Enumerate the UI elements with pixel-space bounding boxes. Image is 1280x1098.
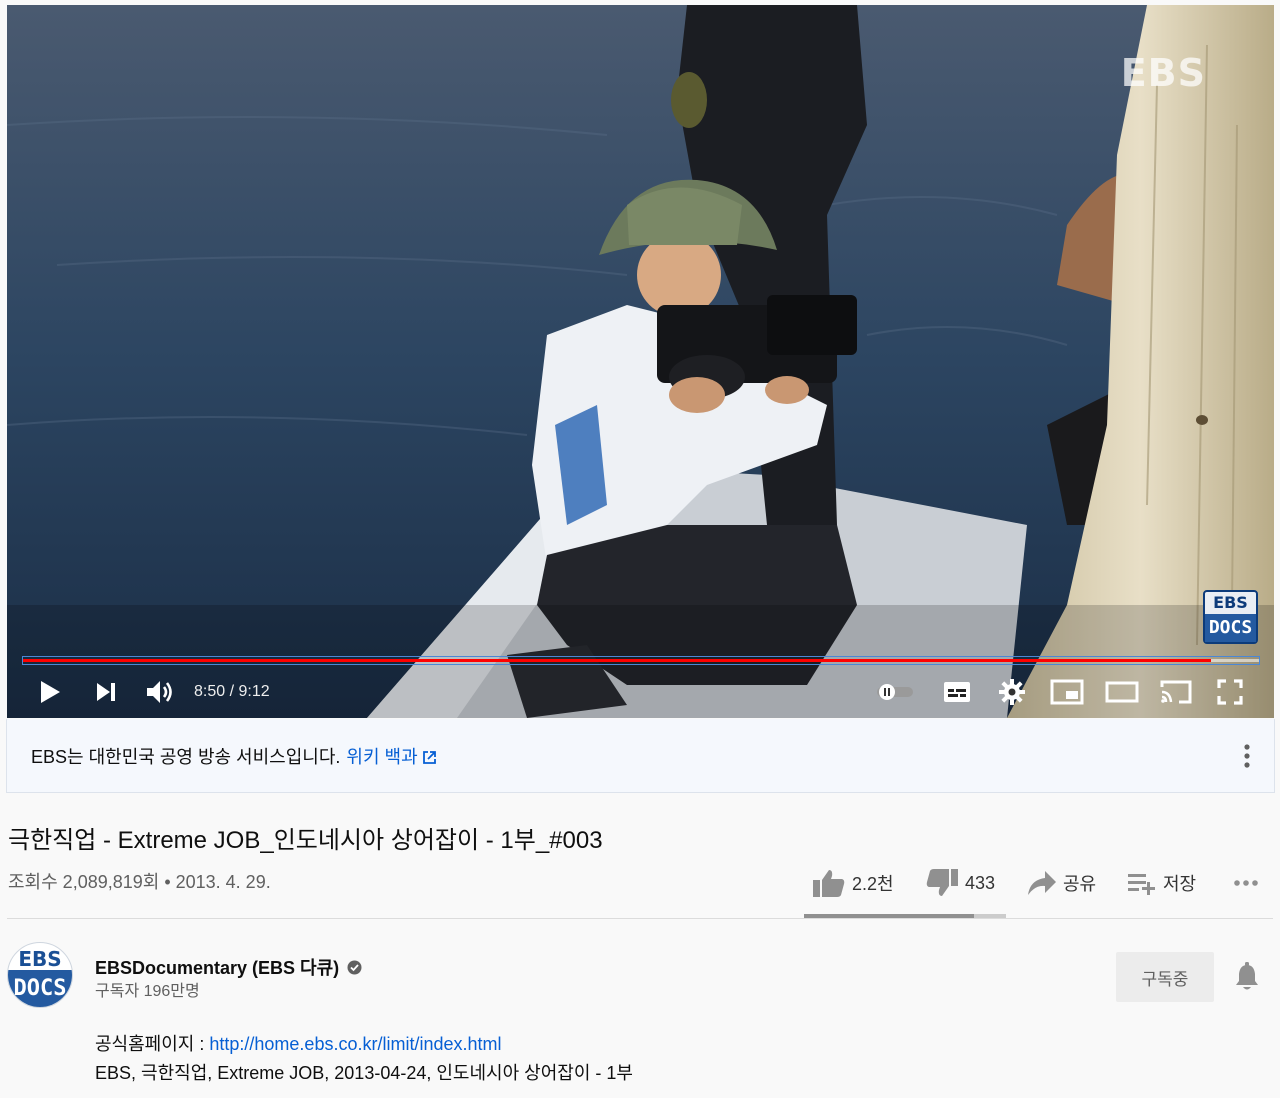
share-button[interactable]: 공유 xyxy=(1027,860,1096,906)
channel-badge[interactable]: EBS DOCS xyxy=(1203,590,1258,644)
dislike-count: 433 xyxy=(965,872,996,893)
next-icon xyxy=(97,683,115,701)
wiki-link-label: 위키 백과 xyxy=(346,747,418,767)
info-panel-description: EBS는 대한민국 공영 방송 서비스입니다. xyxy=(31,747,341,767)
like-count: 2.2천 xyxy=(852,874,894,894)
badge-bottom-text: DOCS xyxy=(1205,614,1256,642)
cast-icon xyxy=(1160,680,1192,704)
mute-button[interactable] xyxy=(142,669,178,715)
miniplayer-icon xyxy=(1050,679,1084,705)
description-homepage: 공식홈페이지 : http://home.ebs.co.kr/limit/ind… xyxy=(95,1030,502,1056)
external-link-icon xyxy=(422,751,436,764)
info-panel-text: EBS는 대한민국 공영 방송 서비스입니다. 위키 백과 xyxy=(31,743,437,769)
captions-icon xyxy=(944,682,970,702)
autoplay-toggle-icon xyxy=(877,684,913,700)
like-button[interactable]: 2.2천 xyxy=(812,860,894,906)
progress-bar[interactable] xyxy=(22,656,1260,665)
share-label: 공유 xyxy=(1063,874,1097,894)
video-actions: 2.2천 433 공유 저장 xyxy=(0,860,1280,906)
share-icon xyxy=(1028,871,1056,895)
settings-button[interactable] xyxy=(995,669,1029,715)
next-button[interactable] xyxy=(91,669,121,715)
volume-icon xyxy=(147,681,172,703)
dislike-button[interactable]: 433 xyxy=(925,860,995,906)
video-player[interactable]: EBS EBS DOCS 8:50 / 9:12 xyxy=(7,5,1274,718)
divider xyxy=(7,918,1273,919)
fullscreen-button[interactable] xyxy=(1215,669,1245,715)
miniplayer-button[interactable] xyxy=(1049,669,1085,715)
fullscreen-icon xyxy=(1217,679,1243,705)
info-panel: EBS는 대한민국 공영 방송 서비스입니다. 위키 백과 xyxy=(6,719,1275,793)
homepage-link[interactable]: http://home.ebs.co.kr/limit/index.html xyxy=(209,1034,501,1054)
channel-avatar[interactable]: EBS DOCS xyxy=(7,942,73,1008)
save-button[interactable]: 저장 xyxy=(1127,860,1196,906)
avatar-bottom-text: DOCS xyxy=(8,970,72,1007)
video-title: 극한직업 - Extreme JOB_인도네시아 상어잡이 - 1부_#003 xyxy=(8,827,603,854)
autoplay-toggle[interactable] xyxy=(873,669,917,715)
thumbs-up-icon xyxy=(813,870,845,897)
description-line: EBS, 극한직업, Extreme JOB, 2013-04-24, 인도네시… xyxy=(95,1063,633,1083)
thumbs-down-icon xyxy=(926,869,958,896)
settings-icon xyxy=(999,679,1025,705)
play-button[interactable] xyxy=(35,669,65,715)
homepage-label: 공식홈페이지 : xyxy=(95,1034,210,1054)
save-label: 저장 xyxy=(1163,874,1197,894)
theater-icon xyxy=(1105,681,1139,703)
player-controls: 8:50 / 9:12 xyxy=(7,669,1274,715)
more-vert-icon[interactable] xyxy=(1242,743,1252,769)
verified-icon xyxy=(347,960,362,974)
video-frame xyxy=(7,5,1274,718)
progress-played xyxy=(23,659,1211,662)
play-icon xyxy=(41,681,60,703)
time-display: 8:50 / 9:12 xyxy=(194,683,270,700)
subscriber-count: 구독자 196만명 xyxy=(95,983,200,1000)
badge-top-text: EBS xyxy=(1213,593,1248,612)
theater-mode-button[interactable] xyxy=(1104,669,1140,715)
captions-button[interactable] xyxy=(940,669,974,715)
wiki-link[interactable]: 위키 백과 xyxy=(346,747,436,767)
cast-button[interactable] xyxy=(1158,669,1194,715)
avatar-top-text: EBS xyxy=(18,947,62,971)
bell-icon[interactable] xyxy=(1233,962,1261,992)
channel-watermark: EBS xyxy=(1120,51,1206,95)
subscribe-button[interactable]: 구독중 xyxy=(1116,952,1214,1002)
more-actions-button[interactable] xyxy=(1233,860,1259,906)
add-to-playlist-icon xyxy=(1128,874,1155,895)
more-horiz-icon xyxy=(1234,880,1258,886)
